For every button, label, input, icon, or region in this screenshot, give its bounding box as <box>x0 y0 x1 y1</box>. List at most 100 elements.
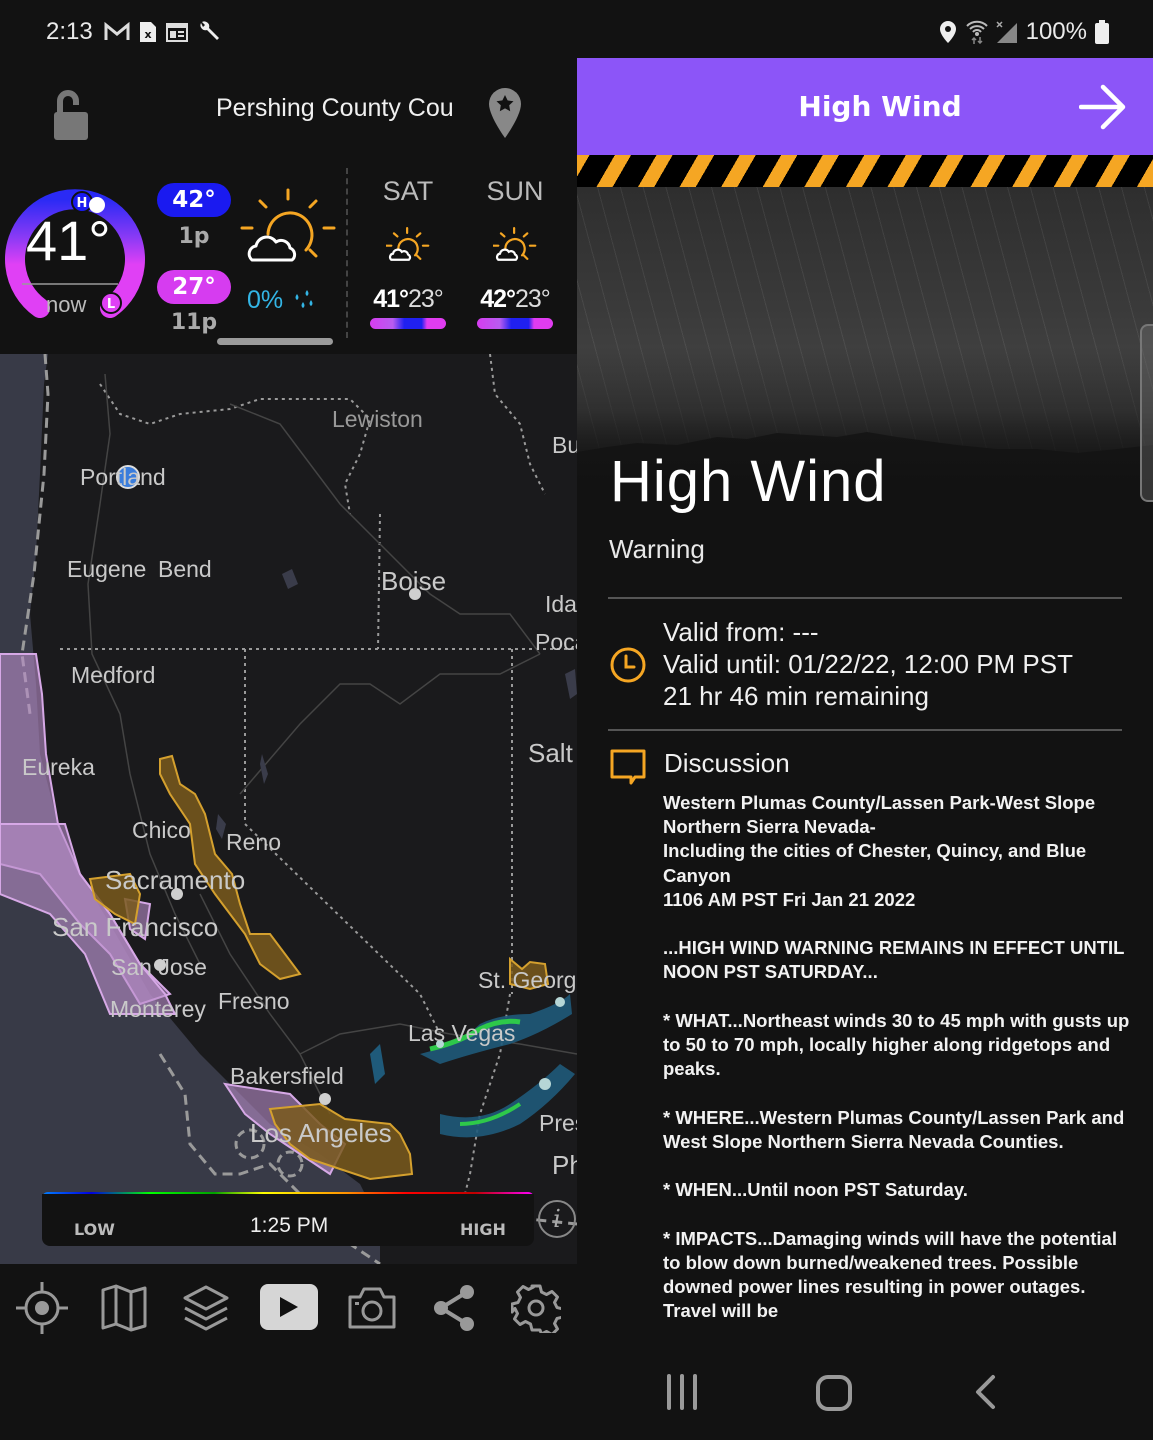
day-name: SAT <box>382 176 434 206</box>
discussion-body: Western Plumas County/Lassen Park-West S… <box>663 791 1133 1348</box>
valid-from: Valid from: --- <box>663 617 819 647</box>
alert-hero-image <box>577 187 1153 487</box>
forecast-low: 23° <box>408 285 444 313</box>
valid-until: Valid until: 01/22/22, 12:00 PM PST <box>663 649 1073 679</box>
partly-cloudy-icon <box>240 188 336 262</box>
temperature-range-bar <box>370 318 446 329</box>
discussion-paragraph: * WHAT...Northeast winds 30 to 45 mph wi… <box>663 1009 1130 1080</box>
divider <box>608 597 1122 599</box>
precip-chance: 0% <box>247 286 284 314</box>
high-temp-pill: 42° <box>157 183 231 217</box>
map-label: Los Angeles <box>250 1118 392 1148</box>
forecast-day-sat[interactable]: SAT 41°23° <box>363 168 453 329</box>
map-label: Chico <box>132 817 191 843</box>
settings-icon <box>511 1284 561 1333</box>
play-icon <box>280 1297 298 1317</box>
share-icon <box>434 1285 474 1331</box>
notification-icons: x <box>104 20 221 44</box>
signal-icon <box>996 21 1017 43</box>
map-label: San Francisco <box>52 912 219 942</box>
high-time: 1p <box>178 224 210 249</box>
current-conditions: H L 41° now 42° 1p 27° 11p 0% SAT 41°23°… <box>0 168 577 354</box>
discussion-title: Discussion <box>664 748 790 778</box>
wifi-icon <box>965 20 988 44</box>
map-label: Eureka <box>22 754 95 780</box>
map-label: Ph <box>552 1150 577 1180</box>
forecast-scroll-indicator[interactable] <box>217 338 333 345</box>
camera-icon <box>348 1287 396 1329</box>
discussion-paragraph: * IMPACTS...Damaging winds will have the… <box>663 1227 1117 1322</box>
arrow-right-icon[interactable] <box>1079 84 1127 130</box>
discussion-paragraph: Western Plumas County/Lassen Park-West S… <box>663 792 1096 910</box>
map-label: Poca <box>535 629 577 655</box>
partly-cloudy-icon <box>491 226 537 261</box>
back-icon[interactable] <box>973 1374 997 1410</box>
excel-file-icon: x <box>140 22 156 42</box>
location-name[interactable]: Pershing County Cou <box>216 94 472 123</box>
discussion-paragraph: * WHEN...Until noon PST Saturday. <box>663 1179 968 1201</box>
calendar-icon <box>166 23 188 42</box>
map-label: Sacramento <box>105 865 246 895</box>
pin-star-icon[interactable] <box>487 86 523 140</box>
discussion-paragraph: * WHERE...Western Plumas County/Lassen P… <box>663 1106 1125 1152</box>
system-navigation-bar <box>577 1350 1153 1440</box>
map-label: San Jose <box>111 954 207 980</box>
time-remaining: 21 hr 46 min remaining <box>663 681 929 711</box>
layers-icon <box>183 1285 229 1331</box>
home-icon[interactable] <box>815 1374 853 1412</box>
alert-title: High Wind <box>610 449 887 514</box>
locate-icon <box>16 1282 68 1334</box>
low-time: 11p <box>170 310 218 335</box>
map-toolbar <box>0 1264 577 1348</box>
map-label: St. George <box>478 967 577 993</box>
map-label: Pres <box>539 1110 577 1136</box>
weather-map-pane: Pershing County Cou H L 41° now 42° 1p 2… <box>0 58 577 1440</box>
clock: 2:13 <box>46 18 93 45</box>
hazard-stripe <box>577 155 1153 187</box>
raindrops-icon <box>295 289 313 308</box>
current-temperature: 41° <box>26 209 111 272</box>
share-button[interactable] <box>424 1278 484 1338</box>
map-label: Ida <box>545 591 577 617</box>
map-label: Medford <box>71 662 156 688</box>
settings-button[interactable] <box>506 1278 566 1338</box>
side-panel-handle[interactable] <box>1140 324 1153 502</box>
map-label: Boise <box>381 566 447 596</box>
wrench-icon <box>200 21 219 40</box>
recents-icon[interactable] <box>665 1374 699 1410</box>
radar-map[interactable]: Lewiston Bu Portland Eugene Bend Boise I… <box>0 354 577 1264</box>
play-button[interactable] <box>260 1284 318 1330</box>
precipitation: 0% <box>247 286 315 315</box>
map-label: Lewiston <box>332 406 423 432</box>
alert-header-title: High Wind <box>798 90 962 123</box>
map-icon <box>101 1284 147 1332</box>
forecast-high: 42° <box>480 285 516 313</box>
forecast-day-sun[interactable]: SUN 42°23° <box>470 168 560 329</box>
divider <box>346 168 348 338</box>
low-temp-pill: 27° <box>157 270 231 304</box>
map-label: Portland <box>80 464 166 490</box>
layers-button[interactable] <box>176 1278 236 1338</box>
system-status: 100% <box>938 18 1109 46</box>
legend-high-label: HIGH <box>460 1220 506 1239</box>
map-label: Bakersfield <box>230 1063 344 1089</box>
map-label: Bend <box>158 556 212 582</box>
now-label: now <box>46 292 87 317</box>
unlock-icon[interactable] <box>52 88 92 142</box>
map-label: Las Vegas <box>408 1020 516 1046</box>
alert-detail-pane: High Wind High Wind Warning Valid from: … <box>577 58 1153 1440</box>
day-name: SUN <box>486 176 544 206</box>
status-bar: 2:13 x 100% <box>0 0 1153 58</box>
screenshot-button[interactable] <box>342 1278 402 1338</box>
map-style-button[interactable] <box>94 1278 154 1338</box>
forecast-high: 41° <box>373 285 409 313</box>
locate-button[interactable] <box>12 1278 72 1338</box>
map-label: Eugene <box>67 556 147 582</box>
partly-cloudy-icon <box>384 226 430 261</box>
location-header: Pershing County Cou <box>0 58 577 168</box>
battery-icon <box>1095 20 1109 44</box>
map-label: Reno <box>226 829 281 855</box>
map-label: Salt <box>528 738 573 768</box>
temperature-range-bar <box>477 318 553 329</box>
alert-header[interactable]: High Wind <box>577 58 1153 155</box>
